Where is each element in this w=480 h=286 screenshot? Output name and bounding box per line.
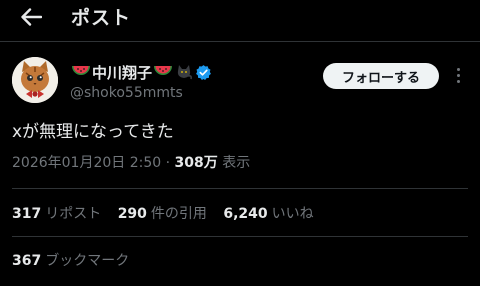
post-timestamp[interactable]: 2026年01月20日 2:50 [12, 155, 161, 171]
more-vertical-icon[interactable] [452, 64, 464, 86]
bookmarks-count: 367 [12, 253, 42, 269]
cat-avatar-icon [12, 57, 58, 103]
avatar[interactable] [12, 57, 58, 103]
post-text: xが無理になってきた [12, 122, 174, 142]
bookmarks-label: ブックマーク [45, 253, 130, 269]
divider [12, 236, 468, 237]
page-title: ポスト [71, 7, 132, 29]
views-label[interactable]: 表示 [218, 155, 250, 171]
quotes-stat[interactable]: 290 件の引用 [118, 206, 207, 222]
meta-separator: · [161, 155, 175, 171]
likes-count: 6,240 [223, 206, 268, 222]
follow-button[interactable]: フォローする [323, 63, 439, 89]
verified-badge-icon [195, 64, 212, 81]
reposts-stat[interactable]: 317 リポスト [12, 206, 101, 222]
watermelon-icon [153, 64, 173, 80]
back-button[interactable] [18, 4, 44, 30]
views-count[interactable]: 308万 [175, 155, 218, 171]
divider [12, 188, 468, 189]
bookmarks-stat[interactable]: 367 ブックマーク [12, 250, 129, 270]
reposts-count: 317 [12, 206, 42, 222]
reposts-label: リポスト [45, 206, 102, 222]
author-name-row[interactable]: 中川翔子 [70, 62, 213, 82]
author-handle[interactable]: @shoko55mmts [70, 85, 183, 101]
post-meta: 2026年01月20日 2:50 · 308万 表示 [12, 152, 250, 172]
watermelon-icon [71, 64, 91, 80]
black-cat-icon [175, 63, 193, 81]
likes-label: いいね [271, 206, 314, 222]
top-bar: ポスト [0, 0, 480, 34]
engagement-stats: 317 リポスト 290 件の引用 6,240 いいね [12, 203, 326, 223]
header-divider [0, 41, 480, 42]
quotes-count: 290 [117, 206, 147, 222]
quotes-label: 件の引用 [150, 206, 207, 222]
author-display-name: 中川翔子 [92, 63, 153, 82]
likes-stat[interactable]: 6,240 いいね [223, 206, 313, 222]
arrow-left-icon [21, 8, 42, 26]
